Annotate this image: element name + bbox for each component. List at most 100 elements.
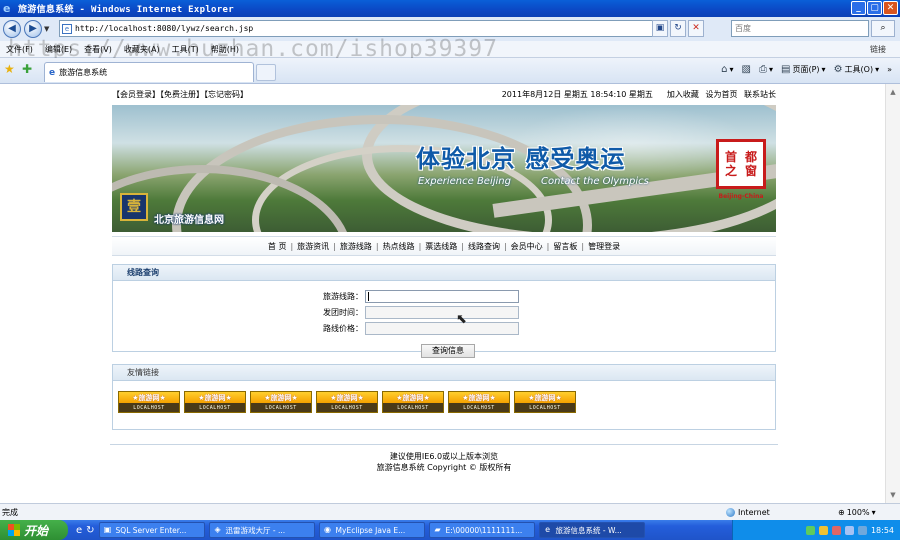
seal-caption: Beijing-China [718,193,764,200]
add-favorite-link[interactable]: 加入收藏 [667,90,699,99]
quick-launch: e ↻ [76,525,95,536]
tray-app-icon[interactable] [831,525,841,535]
printer-icon: ⎙ [759,64,767,75]
add-favorite-icon[interactable]: ✚ [22,63,32,75]
vertical-scrollbar[interactable]: ▲ ▼ [885,84,900,503]
site-topline: 【会员登录】【免费注册】【忘记密码】 2011年8月12日 星期五 18:54:… [110,84,778,105]
search-input[interactable]: 百度 [731,20,869,37]
search-submit-button[interactable]: 查询信息 [421,344,475,358]
task-myeclipse[interactable]: ◉ MyEclipse Java E... [318,522,425,538]
friend-link-badge[interactable]: ★旅游网★ LOCALHOST [448,391,510,413]
zoom-control[interactable]: ⊕ 100% ▾ [838,508,876,517]
home-button[interactable]: ⌂ ▾ [721,64,733,75]
page-menu-label: 页面(P) [792,65,820,74]
stop-icon[interactable]: ✕ [688,20,704,37]
member-links[interactable]: 【会员登录】【免费注册】【忘记密码】 [112,89,248,100]
datetime-text: 2011年8月12日 星期五 18:54:10 星期五 [501,90,653,99]
site-logo-text: 北京旅游信息网 [154,215,224,226]
capital-seal: 首 都 之 窗 [716,139,766,189]
maximize-button[interactable]: ▢ [867,1,882,15]
favorites-star-icon[interactable]: ★ [4,63,15,75]
task-xunlei[interactable]: ◈ 迅雷游戏大厅 - ... [208,522,315,538]
tray-security-icon[interactable] [818,525,828,535]
tray-clock: 18:54 [870,525,894,535]
more-button[interactable]: » [887,65,892,74]
nav-guestbook[interactable]: 留言板 [553,241,577,252]
scroll-up-icon[interactable]: ▲ [888,87,898,97]
page-menu-icon: ▤ [781,64,791,75]
price-input[interactable] [365,322,519,335]
task-ie-travel[interactable]: e 旅游信息系统 - W... [538,522,645,538]
minimize-button[interactable]: _ [851,1,866,15]
price-label: 路线价格： [323,324,363,333]
set-homepage-link[interactable]: 设为首页 [705,90,737,99]
friend-link-badge[interactable]: ★旅游网★ LOCALHOST [514,391,576,413]
compat-view-icon[interactable]: ▣ [652,20,668,37]
command-bar: ⌂ ▾ ▧ ⎙ ▾ ▤ 页面(P) ▾ ⚙ 工具(O) ▾ » [721,64,892,75]
game-icon: ◈ [214,525,221,534]
nav-member-center[interactable]: 会员中心 [511,241,543,252]
tools-menu-label: 工具(O) [844,65,874,74]
banner-title: 体验北京 感受奥运 [416,144,626,173]
windows-taskbar: 开始 e ↻ ▣ SQL Server Enter... ◈ 迅雷游戏大厅 - ..… [0,520,900,540]
tray-network-icon[interactable] [805,525,815,535]
tab-travel-system[interactable]: e 旅游信息系统 [44,62,254,82]
contact-admin-link[interactable]: 联系站长 [744,90,776,99]
tools-menu[interactable]: ⚙ 工具(O) ▾ [834,64,880,75]
main-nav: 首 页 | 旅游资讯 | 旅游线路 | 热点线路 | 票选线路 | 线路查询 | 会员中心 |… [112,236,776,256]
search-icon[interactable]: ⌕ [871,20,895,37]
close-button[interactable]: ✕ [883,1,898,15]
ie-quicklaunch-icon[interactable]: e [76,525,82,536]
history-dropdown-icon[interactable]: ▼ [44,25,52,33]
scroll-down-icon[interactable]: ▼ [888,490,898,500]
page-menu[interactable]: ▤ 页面(P) ▾ [781,64,826,75]
start-button[interactable]: 开始 [0,520,68,540]
friend-link-badge[interactable]: ★旅游网★ LOCALHOST [184,391,246,413]
search-panel-title: 线路查询 [113,265,775,281]
nav-routes[interactable]: 旅游线路 [340,241,372,252]
security-zone: Internet [726,507,770,517]
task-explorer[interactable]: ▰ E:\00000\1111111... [428,522,535,538]
favorites-bar: ★ ✚ e 旅游信息系统 ⌂ ▾ ▧ ⎙ ▾ ▤ 页面(P) ▾ ⚙ 工具(O) ▾ » [0,58,900,84]
site-actions: 加入收藏 设为首页 联系站长 [663,89,776,100]
tab-label: 旅游信息系统 [59,68,108,77]
site-footer: 建议使用IE6.0或以上版本浏览 旅游信息系统 Copyright © 版权所有 [110,444,778,473]
feeds-button[interactable]: ▧ [742,64,751,75]
new-tab-button[interactable] [256,64,276,81]
windows-flag-icon [8,524,20,536]
site-banner: 体验北京 感受奥运 Experience Beijing Contact the… [112,105,776,232]
nav-news[interactable]: 旅游资讯 [297,241,329,252]
site-emblem-icon: 壹 [120,193,148,221]
refresh-icon[interactable]: ↻ [670,20,686,37]
route-input[interactable] [365,290,519,303]
nav-voted-routes[interactable]: 票选线路 [425,241,457,252]
print-button[interactable]: ⎙ ▾ [759,64,773,75]
nav-admin-login[interactable]: 管理登录 [588,241,620,252]
links-label[interactable]: 链接 [870,44,886,55]
zone-label: Internet [738,507,770,517]
task-sql-server[interactable]: ▣ SQL Server Enter... [98,522,205,538]
copyright-text: 旅游信息系统 Copyright © 版权所有 [376,463,512,472]
page-icon: e [62,23,72,34]
start-label: 开始 [24,523,49,538]
home-icon: ⌂ [721,64,728,75]
friend-link-badge[interactable]: ★旅游网★ LOCALHOST [118,391,180,413]
departure-input[interactable] [365,306,519,319]
friend-link-badge[interactable]: ★旅游网★ LOCALHOST [250,391,312,413]
field-departure: 发团时间： [263,306,519,319]
nav-route-search[interactable]: 线路查询 [468,241,500,252]
friend-link-badge[interactable]: ★旅游网★ LOCALHOST [316,391,378,413]
tray-volume-icon[interactable] [844,525,854,535]
address-tools: ▣ ↻ ✕ [652,20,704,37]
address-url: http://localhost:8080/lywz/search.jsp [75,24,254,33]
nav-home[interactable]: 首 页 [268,241,287,252]
tray-ime-icon[interactable] [857,525,867,535]
friend-link-badge[interactable]: ★旅游网★ LOCALHOST [382,391,444,413]
address-input[interactable]: e http://localhost:8080/lywz/search.jsp [59,20,659,37]
page-viewport: 【会员登录】【免费注册】【忘记密码】 2011年8月12日 星期五 18:54:… [0,84,900,503]
nav-hot-routes[interactable]: 热点线路 [383,241,415,252]
ie-task-icon: e [545,525,550,534]
refresh-quicklaunch-icon[interactable]: ↻ [86,525,94,536]
banner-subtitle-left: Experience Beijing [418,176,511,187]
zoom-icon: ⊕ [838,507,845,517]
